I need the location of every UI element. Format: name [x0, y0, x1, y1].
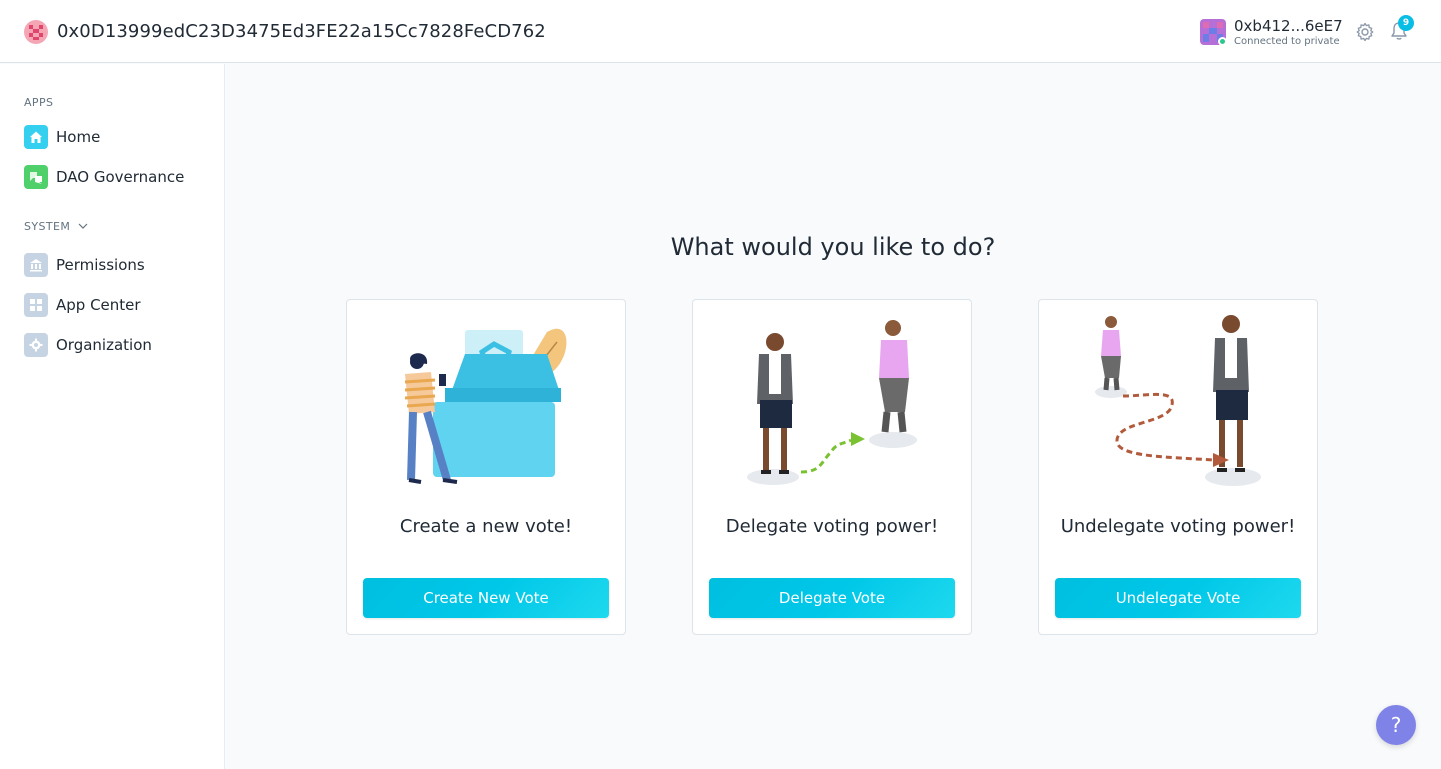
account-status: Connected to private — [1234, 36, 1340, 47]
sidebar-item-home[interactable]: Home — [24, 125, 100, 149]
top-bar: 0x0D13999edC23D3475Ed3FE22a15Cc7828FeCD7… — [0, 0, 1441, 63]
connected-indicator — [1218, 37, 1227, 46]
delegate-illustration — [747, 320, 917, 485]
voting-icon — [24, 165, 48, 189]
home-icon — [24, 125, 48, 149]
sidebar-item-label: DAO Governance — [56, 168, 185, 186]
undelegate-vote-button[interactable]: Undelegate Vote — [1055, 578, 1301, 618]
sidebar-item-dao-governance[interactable]: DAO Governance — [24, 165, 184, 189]
sidebar-item-label: App Center — [56, 296, 141, 314]
undelegate-illustration — [1095, 315, 1261, 486]
gear-icon — [24, 333, 48, 357]
delegate-card: Delegate voting power! Delegate Vote — [692, 299, 972, 635]
chevron-down-icon[interactable] — [78, 221, 88, 231]
notification-count-badge: 9 — [1398, 15, 1414, 31]
grid-icon — [24, 293, 48, 317]
bank-icon — [24, 253, 48, 277]
sidebar-item-organization[interactable]: Organization — [24, 333, 152, 357]
system-section-label[interactable]: SYSTEM — [24, 220, 70, 233]
account-name: 0xb412...6eE7 — [1234, 17, 1343, 35]
create-new-vote-button[interactable]: Create New Vote — [363, 578, 609, 618]
help-button[interactable]: ? — [1376, 705, 1416, 745]
account-button[interactable]: 0xb412...6eE7 Connected to private — [1200, 15, 1343, 49]
sidebar: APPS Home DAO Governance SYSTEM Permissi… — [0, 64, 225, 769]
settings-gear-icon[interactable] — [1355, 22, 1375, 42]
card-title: Undelegate voting power! — [1060, 516, 1296, 537]
undelegate-card: Undelegate voting power! Undelegate Vote — [1038, 299, 1318, 635]
card-title: Create a new vote! — [399, 516, 573, 537]
sidebar-item-app-center[interactable]: App Center — [24, 293, 141, 317]
delegate-vote-button[interactable]: Delegate Vote — [709, 578, 955, 618]
sidebar-item-label: Organization — [56, 336, 152, 354]
page-title: What would you like to do? — [670, 233, 996, 261]
ballot-box-illustration — [404, 328, 567, 484]
card-title: Delegate voting power! — [725, 516, 939, 537]
apps-section-label: APPS — [24, 96, 54, 109]
sidebar-item-label: Home — [56, 128, 101, 146]
org-address: 0x0D13999edC23D3475Ed3FE22a15Cc7828FeCD7… — [57, 21, 546, 42]
sidebar-item-permissions[interactable]: Permissions — [24, 253, 145, 277]
org-identicon-icon — [24, 20, 48, 44]
create-vote-card: Create a new vote! Create New Vote — [346, 299, 626, 635]
sidebar-item-label: Permissions — [56, 256, 145, 274]
